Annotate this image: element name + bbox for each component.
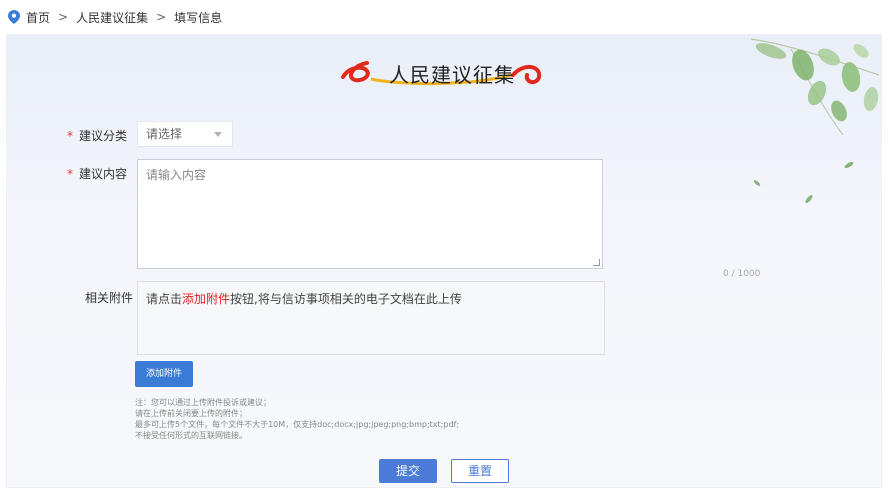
leaves-decoration-icon [750,38,880,204]
content-label-text: 建议内容 [79,167,128,181]
upload-notes: 注：您可以通过上传附件投诉或建议； 请在上传前关闭要上传的附件； 最多可上传5个… [135,397,459,441]
location-pin-icon [8,10,20,24]
form-panel: 人民建议征集 * 建议分类 请选择 * 建议内容 请输入内容 0 / 1000 相关… [6,34,882,488]
breadcrumb-current: 填写信息 [174,10,223,25]
reset-button[interactable]: 重置 [451,459,509,483]
note-line: 最多可上传5个文件，每个文件不大于10M，仅支持doc;docx;jpg;jpe… [135,420,460,429]
resize-handle-icon[interactable] [593,259,600,266]
attachment-dropzone[interactable]: 请点击添加附件按钮,将与信访事项相关的电子文档在此上传 [137,281,605,355]
required-mark: * [67,129,73,143]
submit-button[interactable]: 提交 [379,459,437,483]
attachment-hint-suffix: 按钮,将与信访事项相关的电子文档在此上传 [230,292,462,306]
char-counter: 0 / 1000 [723,269,761,279]
attachment-hint-prefix: 请点击 [146,292,183,306]
add-attachment-button[interactable]: 添加附件 [135,361,193,387]
breadcrumb-separator: > [156,10,167,24]
content-label: * 建议内容 [67,165,127,182]
breadcrumb-home[interactable]: 首页 [26,9,50,26]
note-line: 注：您可以通过上传附件投诉或建议； [135,398,271,407]
category-select-value: 请选择 [146,127,183,141]
content-placeholder: 请输入内容 [146,168,207,182]
breadcrumb-separator: > [58,10,69,24]
content-textarea[interactable]: 请输入内容 [137,159,603,269]
note-line: 请在上传前关闭要上传的附件； [135,409,247,418]
attachment-label: 相关附件 [85,291,134,305]
note-line: 不接受任何形式的互联网链接。 [135,431,247,440]
required-mark: * [67,167,73,181]
breadcrumb-level2[interactable]: 人民建议征集 [76,9,148,26]
header-logo: 人民建议征集 [337,53,557,91]
category-select[interactable]: 请选择 [137,121,233,147]
category-label-text: 建议分类 [79,129,128,143]
attachment-hint-link: 添加附件 [182,292,231,306]
caret-down-icon [214,132,222,137]
page-title: 人民建议征集 [389,63,515,87]
category-label: * 建议分类 [67,127,127,144]
breadcrumb: 首页 > 人民建议征集 > 填写信息 [8,8,222,26]
